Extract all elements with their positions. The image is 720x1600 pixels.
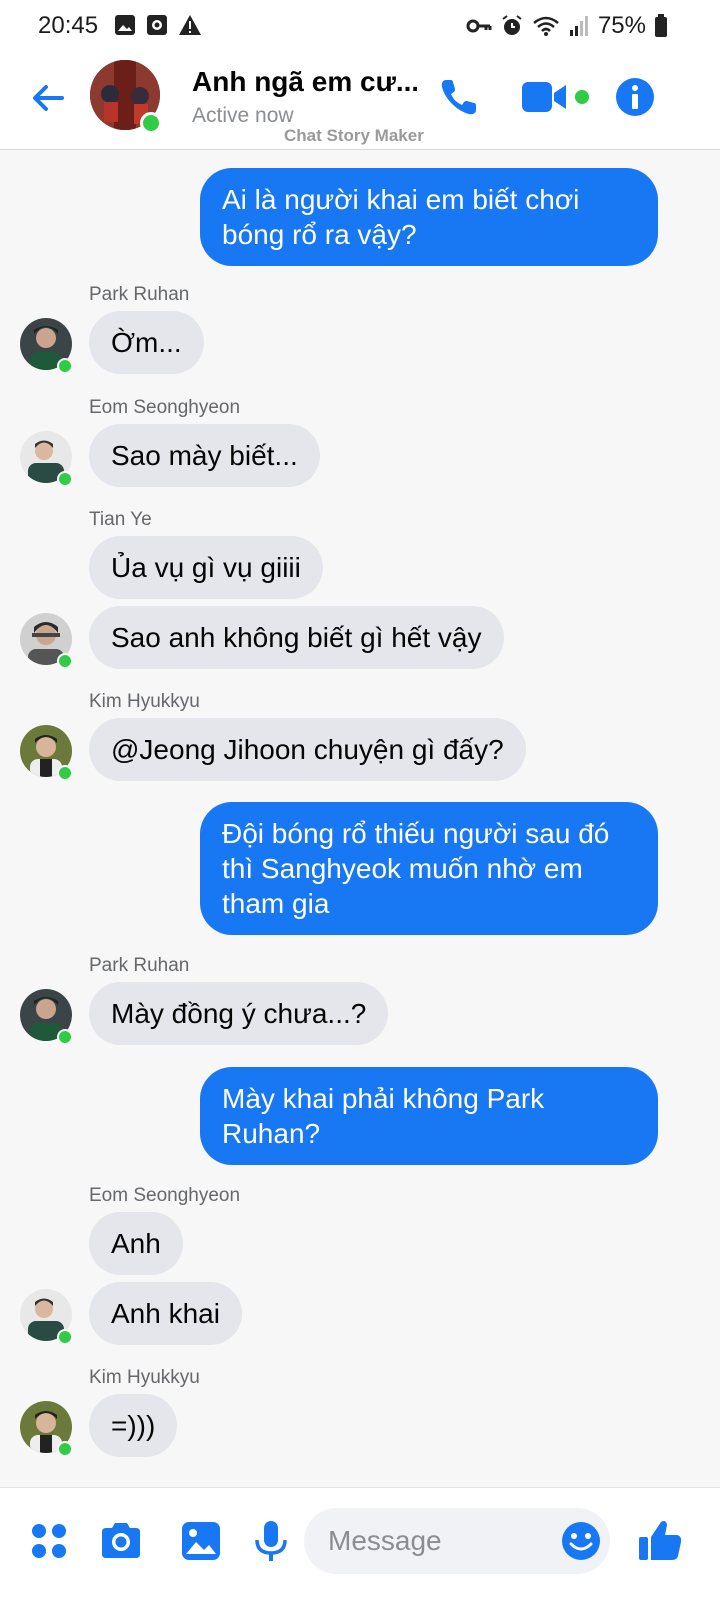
warning-icon — [179, 15, 201, 35]
message-bubble-incoming[interactable]: Anh khai — [89, 1282, 242, 1345]
gallery-notification-icon — [115, 15, 135, 35]
status-time: 20:45 — [38, 12, 99, 39]
alarm-icon — [502, 15, 522, 35]
apps-icon[interactable] — [26, 1518, 72, 1564]
video-camera-icon — [522, 82, 589, 112]
message-bubble-outgoing[interactable]: Mày khai phải không Park Ruhan? — [200, 1067, 658, 1165]
sender-name: Eom Seonghyeon — [89, 1185, 241, 1206]
emoji-icon[interactable] — [560, 1520, 602, 1562]
back-arrow-icon[interactable] — [26, 76, 70, 120]
thumbs-up-icon[interactable] — [636, 1516, 684, 1564]
info-icon[interactable] — [612, 74, 658, 120]
online-dot — [57, 1029, 73, 1045]
online-dot — [57, 765, 73, 781]
camera-icon[interactable] — [98, 1518, 144, 1564]
message-bubble-incoming[interactable]: Mày đồng ý chưa...? — [89, 982, 389, 1045]
message-bubble-incoming[interactable]: =))) — [89, 1394, 178, 1457]
message-bubble-incoming[interactable]: Sao mày biết... — [89, 424, 320, 487]
sender-name: Kim Hyukkyu — [89, 1367, 200, 1388]
sender-name: Park Ruhan — [89, 284, 190, 305]
online-dot — [57, 1441, 73, 1457]
active-status: Active now — [192, 104, 294, 127]
online-indicator — [140, 112, 162, 134]
sender-name: Eom Seonghyeon — [89, 397, 241, 418]
sender-name: Tian Ye — [89, 509, 152, 530]
online-dot — [57, 358, 73, 374]
sender-name: Kim Hyukkyu — [89, 691, 200, 712]
sender-name: Park Ruhan — [89, 955, 190, 976]
phone-call-icon[interactable] — [436, 74, 482, 120]
battery-icon — [655, 14, 667, 37]
message-bubble-incoming[interactable]: Ủa vụ gì vụ giiii — [89, 536, 323, 599]
battery-percent: 75% — [597, 12, 646, 39]
message-bubble-incoming[interactable]: Anh — [89, 1212, 183, 1275]
message-bubble-incoming[interactable]: Ờm... — [89, 311, 204, 374]
chat-header: Anh ngã em cư... Active now Chat Story M… — [0, 52, 720, 150]
online-dot — [57, 471, 73, 487]
online-dot — [57, 1329, 73, 1345]
gallery-icon[interactable] — [178, 1518, 224, 1564]
signal-icon — [569, 16, 588, 36]
video-call-button[interactable] — [520, 78, 592, 118]
status-bar: 20:45 75% — [0, 0, 720, 52]
vpn-key-icon — [466, 19, 492, 33]
chat-title[interactable]: Anh ngã em cư... — [192, 66, 417, 98]
screen-record-notification-icon — [147, 15, 167, 35]
message-bubble-incoming[interactable]: @Jeong Jihoon chuyện gì đấy? — [89, 718, 526, 781]
message-bubble-outgoing[interactable]: Đội bóng rổ thiếu người sau đó thì Sangh… — [200, 802, 658, 935]
wifi-icon — [533, 16, 559, 36]
composer-bar — [0, 1487, 720, 1600]
message-bubble-incoming[interactable]: Sao anh không biết gì hết vậy — [89, 606, 504, 669]
message-bubble-outgoing[interactable]: Ai là người khai em biết chơi bóng rổ ra… — [200, 168, 658, 266]
online-dot — [57, 653, 73, 669]
microphone-icon[interactable] — [248, 1518, 294, 1564]
watermark: Chat Story Maker — [284, 126, 424, 145]
